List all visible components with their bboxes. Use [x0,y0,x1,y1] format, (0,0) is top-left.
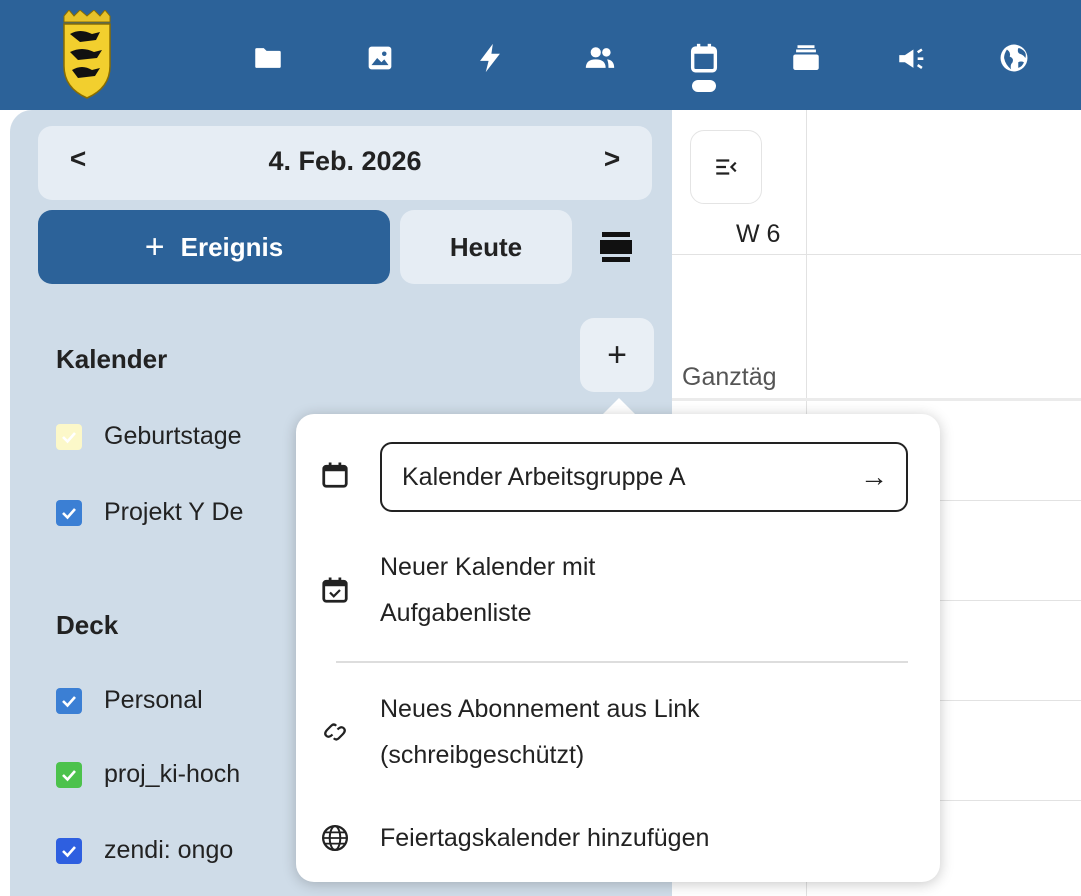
new-subscription-item[interactable]: Neues Abonnement aus Link (schreibgeschü… [320,686,912,778]
coat-of-arms-logo[interactable] [60,9,114,100]
contacts-icon[interactable] [582,40,618,76]
next-day-button[interactable]: > [592,143,632,175]
calendar-item-label: Projekt Y De [104,498,244,526]
calendars-heading: Kalender [56,344,168,374]
calendar-item-geburtstage[interactable]: Geburtstage [56,422,296,451]
announcement-icon[interactable] [894,40,930,76]
folder-icon[interactable] [250,40,286,76]
top-navigation-bar [0,0,1081,110]
popover-divider [336,661,908,663]
link-icon [324,723,346,741]
today-button[interactable]: Heute [400,210,572,284]
week-number: W 6 [736,220,781,248]
collapse-sidebar-button[interactable] [690,130,762,204]
image-icon[interactable] [362,40,398,76]
globe-icon[interactable] [996,40,1032,76]
view-selector-icon[interactable] [596,230,636,264]
deck-item-label: Personal [104,686,203,714]
calendar-icon [322,462,348,488]
activity-icon[interactable] [472,40,508,76]
deck-item-zendi[interactable]: zendi: ongo [56,836,296,865]
new-calendar-name-field[interactable]: Kalender Arbeitsgruppe A → [380,442,908,512]
globe-icon [322,825,348,851]
deck-item-label: zendi: ongo [104,836,234,864]
checkbox-icon[interactable] [56,687,82,714]
new-task-calendar-item[interactable]: Neuer Kalender mit Aufgabenliste [320,544,912,636]
deck-heading: Deck [56,610,119,640]
checkbox-icon[interactable] [56,837,82,864]
deck-icon[interactable] [788,40,824,76]
deck-item-personal[interactable]: Personal [56,686,296,715]
grid-line [672,254,1081,255]
active-app-indicator [692,80,716,92]
menu-collapse-icon [716,159,737,175]
grid-line [672,398,1081,401]
checkbox-icon[interactable] [56,499,82,526]
new-event-button[interactable]: + Ereignis [38,210,390,284]
calendar-item-label: Geburtstage [104,422,242,450]
new-subscription-label: Neues Abonnement aus Link (schreibgeschü… [380,686,700,778]
new-calendar-name-value: Kalender Arbeitsgruppe A [402,462,686,491]
add-calendar-button[interactable]: + [580,318,654,392]
new-subscription-line1: Neues Abonnement aus Link [380,695,700,723]
popover-arrow [602,398,636,415]
deck-item-proj-ki[interactable]: proj_ki-hoch [56,760,296,789]
new-task-calendar-line1: Neuer Kalender mit [380,553,596,581]
new-event-label: Ereignis [180,231,284,262]
current-date-label[interactable]: 4. Feb. 2026 [38,146,652,177]
date-navigation: < 4. Feb. 2026 > [38,126,652,200]
calendar-item-projekt-y[interactable]: Projekt Y De [56,498,296,527]
deck-item-label: proj_ki-hoch [104,760,241,788]
new-task-calendar-line2: Aufgabenliste [380,599,532,627]
all-day-label: Ganztäg [682,363,777,391]
add-holiday-calendar-label: Feiertagskalender hinzufügen [380,824,710,852]
checkbox-icon[interactable] [56,761,82,788]
calendar-icon[interactable] [686,40,722,76]
add-calendar-popover: Kalender Arbeitsgruppe A → Neuer Kalende… [296,414,940,882]
add-holiday-calendar-item[interactable]: Feiertagskalender hinzufügen [320,815,912,861]
calendar-check-icon [322,577,348,603]
checkbox-icon[interactable] [56,423,82,450]
arrow-right-icon[interactable]: → [860,461,888,493]
new-subscription-line2: (schreibgeschützt) [380,741,585,769]
plus-icon: + [144,227,165,266]
new-task-calendar-label: Neuer Kalender mit Aufgabenliste [380,544,595,636]
